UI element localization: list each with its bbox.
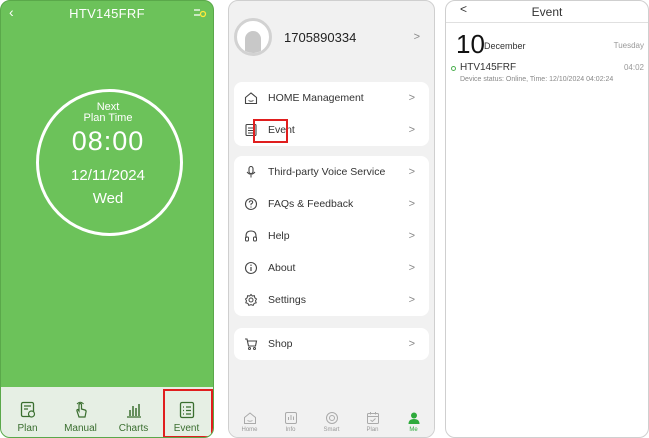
- chevron-right-icon: >: [408, 166, 415, 178]
- event-top-bar: < Event: [446, 1, 648, 23]
- hand-tap-icon: [75, 401, 87, 418]
- home-icon: [244, 91, 258, 105]
- tab-plan[interactable]: Plan: [1, 387, 54, 437]
- tab-plan-label: Plan: [17, 423, 38, 434]
- home-icon: [243, 412, 256, 424]
- chevron-right-icon: >: [408, 294, 415, 306]
- menu-label-about: About: [268, 262, 296, 274]
- chevron-left-icon[interactable]: ‹: [9, 4, 14, 20]
- menu-label-faqs: FAQs & Feedback: [268, 198, 354, 210]
- microphone-icon: [244, 165, 258, 179]
- next-plan-weekday: Wed: [92, 190, 124, 207]
- avatar: [234, 18, 272, 56]
- chevron-right-icon: >: [408, 230, 415, 242]
- highlight-event-menu: [253, 119, 288, 143]
- headset-icon: [244, 229, 258, 243]
- me-screen: 1705890334 > HOME Management > Event > T…: [228, 0, 435, 438]
- top-bar: ‹ HTV145FRF: [1, 1, 213, 25]
- nav-home-label: Home: [241, 427, 258, 433]
- chevron-right-icon: >: [408, 124, 415, 136]
- event-month: December: [484, 41, 526, 51]
- nav-plan[interactable]: Plan: [352, 401, 393, 437]
- nav-info[interactable]: Info: [270, 401, 311, 437]
- nav-smart-label: Smart: [323, 427, 340, 433]
- device-title: HTV145FRF: [69, 5, 145, 21]
- page-title: Event: [531, 4, 563, 19]
- plan-clock-icon: [20, 401, 35, 418]
- event-screen: < Event 10 December Tuesday HTV145FRF 04…: [445, 0, 649, 438]
- tab-charts[interactable]: Charts: [107, 387, 160, 437]
- menu-card-services: Third-party Voice Service > FAQs & Feedb…: [234, 156, 429, 316]
- menu-item-settings[interactable]: Settings >: [234, 284, 429, 316]
- event-time: 04:02: [623, 63, 644, 72]
- nav-info-label: Info: [285, 427, 296, 433]
- plan-screen: ‹ HTV145FRF Next Plan Time 08:00 12/11/2…: [0, 0, 214, 438]
- calendar-icon: [366, 412, 379, 424]
- status-dot-icon: [451, 66, 456, 71]
- tab-manual[interactable]: Manual: [54, 387, 107, 437]
- chevron-right-icon: >: [408, 92, 415, 104]
- nav-me-label: Me: [409, 427, 418, 433]
- nav-home[interactable]: Home: [229, 401, 270, 437]
- menu-card-shop: Shop >: [234, 328, 429, 360]
- highlight-event-tab: [163, 389, 213, 437]
- person-icon: [408, 412, 419, 424]
- menu-item-faqs[interactable]: FAQs & Feedback >: [234, 188, 429, 220]
- info-card-icon: [284, 412, 297, 424]
- chevron-right-icon: >: [408, 262, 415, 274]
- chevron-left-icon[interactable]: <: [460, 2, 467, 16]
- nav-plan-label: Plan: [366, 427, 379, 433]
- next-plan-date: 12/11/2024: [71, 167, 145, 184]
- gear-icon: [244, 293, 258, 307]
- nav-smart[interactable]: Smart: [311, 401, 352, 437]
- menu-item-help[interactable]: Help >: [234, 220, 429, 252]
- bottom-nav: Home Info Smart Plan Me: [229, 401, 434, 437]
- cart-icon: [244, 337, 258, 351]
- event-day-number: 10: [456, 29, 485, 59]
- menu-label-voice-service: Third-party Voice Service: [268, 166, 386, 178]
- tab-manual-label: Manual: [64, 423, 97, 434]
- menu-item-shop[interactable]: Shop >: [234, 328, 429, 360]
- nav-me[interactable]: Me: [393, 401, 434, 437]
- plan-time-label: Plan Time: [83, 112, 133, 124]
- menu-label-help: Help: [268, 230, 290, 242]
- menu-label-settings: Settings: [268, 294, 306, 306]
- tab-charts-label: Charts: [118, 423, 149, 434]
- smart-icon: [325, 412, 338, 424]
- event-weekday: Tuesday: [613, 41, 644, 50]
- menu-item-voice-service[interactable]: Third-party Voice Service >: [234, 156, 429, 188]
- phone-number: 1705890334: [284, 29, 357, 45]
- menu-label-home-management: HOME Management: [268, 92, 364, 104]
- chevron-right-icon: >: [408, 338, 415, 350]
- profile-header[interactable]: 1705890334 >: [229, 1, 434, 73]
- menu-label-shop: Shop: [268, 338, 293, 350]
- settings-toggle-icon[interactable]: [193, 6, 207, 18]
- menu-item-about[interactable]: About >: [234, 252, 429, 284]
- event-device-name: HTV145FRF: [460, 62, 517, 73]
- menu-item-home-management[interactable]: HOME Management >: [234, 82, 429, 114]
- event-detail: Device status: Online, Time: 12/10/2024 …: [460, 76, 614, 83]
- chevron-right-icon: >: [408, 198, 415, 210]
- question-icon: [244, 197, 258, 211]
- info-icon: [244, 261, 258, 275]
- next-plan-time: 08:00: [71, 126, 145, 156]
- bar-chart-icon: [126, 404, 141, 418]
- chevron-right-icon: >: [413, 31, 420, 43]
